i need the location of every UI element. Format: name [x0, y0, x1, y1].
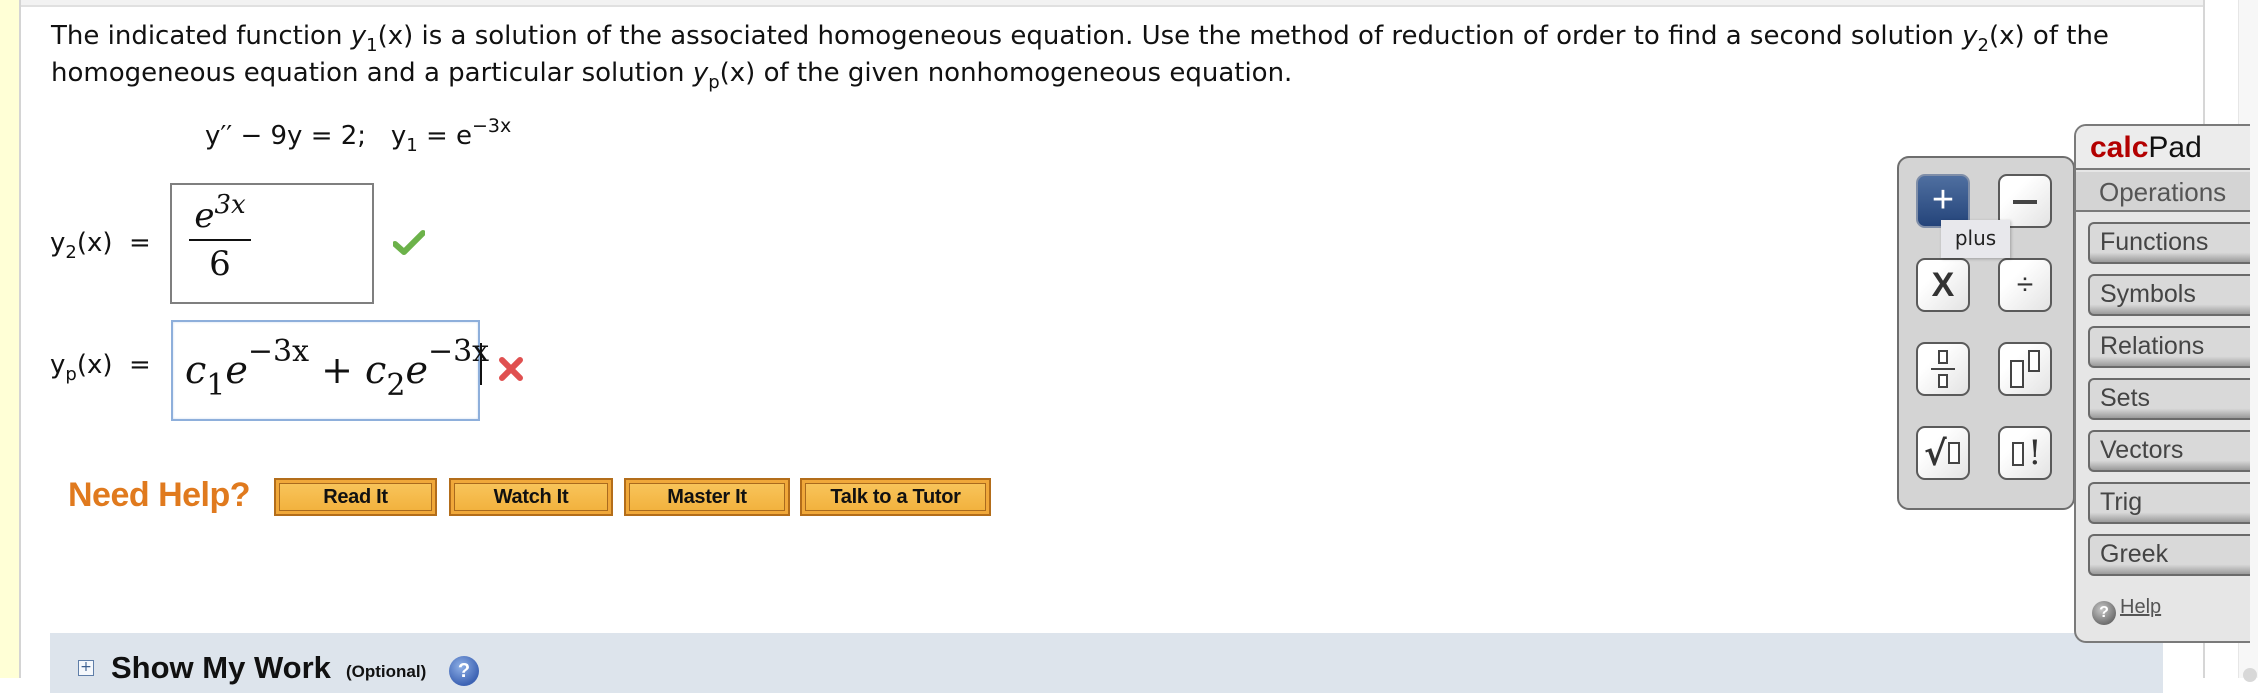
tab-relations[interactable]: Relations — [2088, 326, 2250, 368]
fraction-key[interactable] — [1916, 342, 1970, 396]
sqrt-icon: √ — [1924, 434, 1947, 474]
plus-tooltip: plus — [1941, 220, 2010, 258]
yp-label: yp(x) = — [50, 350, 151, 385]
fraction-line-icon — [1931, 368, 1955, 370]
help-icon: ? — [2092, 601, 2116, 625]
yp-answer-input[interactable]: c1e−3x + c2e−3x — [171, 320, 490, 421]
fraction: e3x 6 — [189, 190, 251, 284]
denominator: 6 — [209, 244, 231, 284]
read-it-button[interactable]: Read It — [274, 478, 437, 516]
power-box-icon — [2028, 350, 2040, 372]
denominator-box-icon — [1938, 374, 1948, 388]
base-box-icon — [2010, 360, 2024, 388]
numerator: e3x — [194, 190, 246, 236]
tab-greek[interactable]: Greek — [2088, 534, 2250, 576]
exclamation-icon: ! — [2028, 433, 2042, 473]
master-it-button[interactable]: Master It — [624, 478, 790, 516]
tab-sets[interactable]: Sets — [2088, 378, 2250, 420]
factorial-box-icon — [2012, 442, 2024, 466]
tab-symbols[interactable]: Symbols — [2088, 274, 2250, 316]
given-equation: y′′ − 9y = 2; y1 = e−3x — [205, 115, 512, 156]
incorrect-x-icon — [499, 357, 523, 381]
exponent-key[interactable] — [1998, 342, 2052, 396]
calcpad-logo: calcPad — [2076, 126, 2250, 170]
talk-to-tutor-button[interactable]: Talk to a Tutor — [800, 478, 991, 516]
left-margin-strip — [0, 0, 21, 678]
fraction-bar — [189, 239, 251, 241]
tab-trig[interactable]: Trig — [2088, 482, 2250, 524]
divide-key[interactable]: ÷ — [1998, 258, 2052, 312]
help-question-icon[interactable]: ? — [449, 656, 479, 686]
calcpad-keypad: + X ÷ √ ! — [1897, 156, 2075, 510]
correct-check-icon — [393, 230, 425, 255]
times-key[interactable]: X — [1916, 258, 1970, 312]
tab-functions[interactable]: Functions — [2088, 222, 2250, 264]
text-cursor — [480, 343, 483, 385]
problem-prompt: The indicated function y1(x) is a soluti… — [51, 21, 2109, 93]
yp-expression: c1e−3x + c2e−3x — [185, 334, 490, 403]
y2-answer-input[interactable]: e3x 6 — [170, 183, 374, 304]
factorial-key[interactable]: ! — [1998, 426, 2052, 480]
expand-icon[interactable]: + — [78, 660, 94, 676]
numerator-box-icon — [1938, 350, 1948, 364]
calcpad-tabs-panel: calcPad Operations Functions Symbols Rel… — [2074, 124, 2250, 643]
calcpad-help-link[interactable]: ? Help — [2092, 596, 2161, 625]
scrollbar-thumb[interactable] — [2243, 668, 2257, 682]
radicand-box-icon — [1948, 442, 1960, 464]
optional-label: (Optional) — [346, 662, 427, 681]
y2-label: y2(x) = — [50, 228, 151, 263]
need-help-label: Need Help? — [68, 476, 251, 514]
top-border — [21, 0, 2204, 7]
show-my-work-title[interactable]: Show My Work — [111, 650, 331, 686]
sqrt-key[interactable]: √ — [1916, 426, 1970, 480]
watch-it-button[interactable]: Watch It — [449, 478, 613, 516]
tab-operations[interactable]: Operations — [2076, 172, 2250, 212]
tab-vectors[interactable]: Vectors — [2088, 430, 2250, 472]
